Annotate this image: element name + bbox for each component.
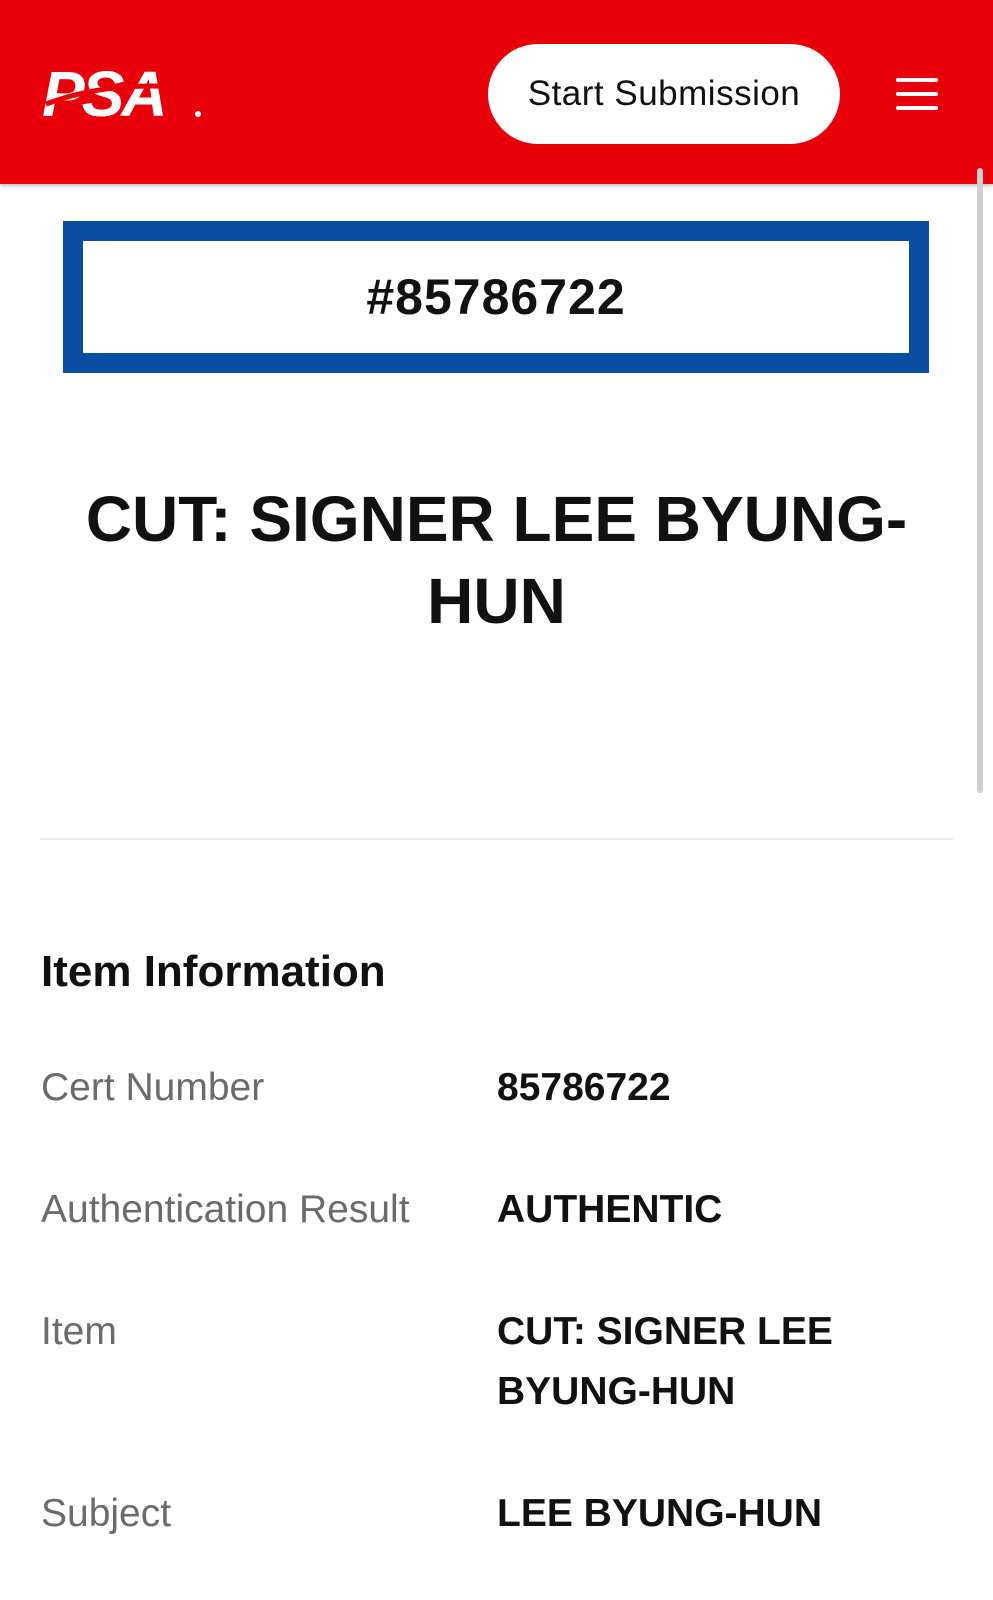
psa-logo[interactable]: PSA <box>40 58 205 128</box>
subject-label: Subject <box>41 1492 172 1535</box>
cert-number-label: Cert Number <box>41 1066 265 1109</box>
authentication-result-value: AUTHENTIC <box>497 1188 723 1231</box>
site-header: PSA Start Submission <box>0 0 993 184</box>
scrollbar[interactable] <box>977 168 983 793</box>
authentication-result-label: Authentication Result <box>41 1188 410 1231</box>
svg-text:PSA: PSA <box>42 58 165 128</box>
item-value: CUT: SIGNER LEE BYUNG-HUN <box>497 1310 833 1413</box>
item-information-heading: Item Information <box>41 947 386 996</box>
subject-value: LEE BYUNG-HUN <box>497 1492 823 1535</box>
divider <box>40 838 953 840</box>
start-submission-button[interactable]: Start Submission <box>488 44 840 144</box>
hamburger-menu-icon[interactable] <box>896 74 938 114</box>
cert-number-banner: #85786722 <box>63 221 929 373</box>
item-label: Item <box>41 1310 117 1353</box>
cert-number-banner-text: #85786722 <box>366 269 626 325</box>
page-title: CUT: SIGNER LEE BYUNG-HUN <box>85 483 908 637</box>
cert-number-value: 85786722 <box>497 1066 671 1109</box>
